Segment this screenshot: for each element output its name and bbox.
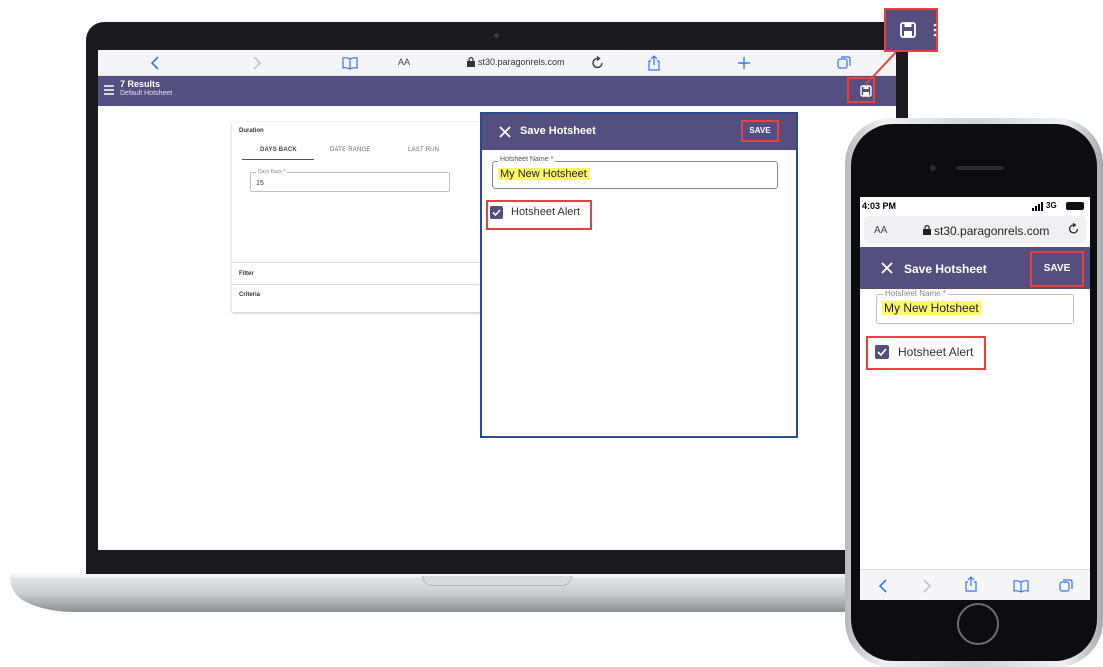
- home-button[interactable]: [957, 603, 999, 645]
- duration-label: Duration: [239, 128, 264, 134]
- dialog-header: Save Hotsheet SAVE: [482, 114, 796, 150]
- address-bar[interactable]: st30.paragonrels.com: [478, 57, 565, 67]
- laptop-screen: AA st30.paragonrels.com 7 Results Defaul…: [98, 50, 896, 550]
- hotsheet-name-label: Hotsheet Name *: [498, 156, 556, 163]
- phone-screen: 4:03 PM 3G AA st30.paragonrels.com Save …: [860, 197, 1090, 600]
- back-icon[interactable]: [148, 55, 164, 71]
- forward-icon[interactable]: [248, 55, 264, 71]
- criteria-section[interactable]: Criteria: [239, 292, 260, 298]
- back-icon[interactable]: [876, 578, 892, 594]
- new-tab-icon[interactable]: [736, 55, 752, 71]
- laptop-camera: [494, 33, 499, 38]
- save-button[interactable]: SAVE: [1030, 251, 1084, 287]
- hotsheet-alert-checkbox[interactable]: [875, 345, 889, 359]
- hamburger-menu-icon[interactable]: [104, 84, 114, 96]
- reload-icon[interactable]: [590, 55, 606, 71]
- tabs-icon[interactable]: [1058, 578, 1074, 594]
- tab-date-range[interactable]: DATE RANGE: [330, 147, 371, 153]
- hotsheet-name-value: My New Hotsheet: [498, 168, 589, 180]
- tabs-icon[interactable]: [836, 55, 852, 71]
- close-icon[interactable]: [880, 261, 894, 275]
- save-icon: [896, 18, 920, 42]
- days-back-value: 15: [256, 180, 264, 187]
- url-text: st30.paragonrels.com: [934, 224, 1050, 238]
- dialog-title: Save Hotsheet: [520, 125, 596, 137]
- status-time: 4:03 PM: [862, 201, 897, 211]
- hotsheet-alert-label[interactable]: Hotsheet Alert: [898, 345, 973, 359]
- filter-section[interactable]: Filter: [239, 271, 254, 277]
- lock-icon: [922, 224, 932, 236]
- active-tab-indicator: [242, 159, 314, 160]
- reload-icon[interactable]: [1067, 222, 1081, 236]
- dialog-title: Save Hotsheet: [904, 262, 987, 276]
- hotsheet-name: Default Hotsheet: [120, 90, 173, 97]
- save-button[interactable]: SAVE: [741, 120, 779, 142]
- days-back-input[interactable]: [250, 172, 450, 192]
- forward-icon[interactable]: [918, 578, 934, 594]
- tab-days-back[interactable]: DAYS BACK: [260, 147, 297, 153]
- bookmarks-icon[interactable]: [1013, 578, 1029, 594]
- divider: [232, 284, 494, 285]
- criteria-card: Duration DAYS BACK DATE RANGE LAST RUN D…: [232, 122, 494, 312]
- signal-icon: [1032, 202, 1044, 211]
- hotsheet-name-value: My New Hotsheet: [882, 301, 981, 315]
- days-back-label: Days Back *: [256, 169, 288, 175]
- results-count: 7 Results: [120, 79, 161, 89]
- battery-icon: [1066, 202, 1084, 210]
- hotsheet-name-label: Hotsheet Name *: [883, 289, 948, 298]
- status-bar: 4:03 PM 3G: [860, 197, 1090, 215]
- divider: [232, 262, 494, 263]
- more-options-icon: [933, 20, 937, 40]
- text-size-button[interactable]: AA: [398, 57, 410, 67]
- lock-icon: [466, 56, 476, 68]
- bookmarks-icon[interactable]: [342, 55, 358, 71]
- tab-last-run[interactable]: LAST RUN: [408, 147, 439, 153]
- hotsheet-alert-label[interactable]: Hotsheet Alert: [511, 206, 580, 218]
- browser-toolbar: AA st30.paragonrels.com: [98, 50, 896, 76]
- hotsheet-alert-checkbox[interactable]: [490, 206, 503, 219]
- network-type: 3G: [1046, 201, 1057, 210]
- text-size-button[interactable]: AA: [874, 225, 887, 236]
- save-hotsheet-dialog: Save Hotsheet SAVE Hotsheet Name * My Ne…: [480, 112, 798, 438]
- share-icon[interactable]: [646, 55, 662, 71]
- save-icon-highlight: [847, 77, 875, 103]
- phone-camera: [930, 165, 936, 171]
- app-header: 7 Results Default Hotsheet: [98, 76, 896, 106]
- laptop-notch: [422, 576, 572, 586]
- close-icon[interactable]: [498, 125, 512, 139]
- phone-speaker: [956, 166, 1004, 170]
- share-icon[interactable]: [963, 576, 979, 592]
